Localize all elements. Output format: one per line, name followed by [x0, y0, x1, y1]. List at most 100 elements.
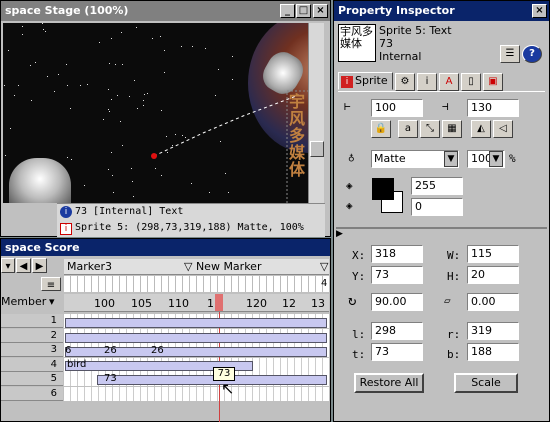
- status-sprite-text: Sprite 5: (298,73,319,188) Matte, 100%: [75, 222, 304, 233]
- minimize-button[interactable]: _: [280, 4, 295, 18]
- member-dropdown[interactable]: Member ▾: [1, 294, 63, 310]
- channel-header[interactable]: 1: [1, 314, 63, 328]
- close-button[interactable]: ×: [313, 4, 328, 18]
- channel-number: 2: [50, 329, 57, 341]
- editable-icon[interactable]: a: [398, 120, 418, 138]
- mouse-cursor-icon: ↖: [221, 379, 235, 398]
- collapse-icon[interactable]: ▶: [336, 229, 343, 239]
- moveable-icon[interactable]: ⤡: [420, 120, 440, 138]
- stage-titlebar[interactable]: space Stage (100%) _ □ ×: [1, 1, 330, 21]
- y-position-field[interactable]: 130: [467, 99, 519, 117]
- ink-dropdown-icon[interactable]: ▼: [444, 151, 458, 167]
- help-icon[interactable]: ?: [522, 45, 542, 63]
- vertical-text-sprite[interactable]: 宇风多媒体: [289, 93, 307, 178]
- motion-path[interactable]: [3, 23, 308, 203]
- channel-grid[interactable]: [64, 386, 329, 401]
- lock-icon[interactable]: 🔒: [371, 120, 391, 138]
- position-x-icon: ⊢: [344, 100, 351, 113]
- skew-icon: ▱: [444, 294, 451, 307]
- marker-channel[interactable]: Marker3 ▽ New Marker ▽: [64, 259, 329, 275]
- score-window: space Score ▾ ◀ ▶ Marker3 ▽ New Marker ▽…: [0, 238, 331, 422]
- marker-right-label: ▽ New Marker: [184, 260, 262, 273]
- channel-header[interactable]: 2: [1, 328, 63, 343]
- tab-movie-icon[interactable]: ▣: [483, 73, 503, 91]
- effects-channel[interactable]: [64, 276, 329, 292]
- marker-menu-icon[interactable]: ▾: [1, 258, 15, 273]
- w-label: W:: [447, 249, 461, 262]
- marker-dropdown-icon[interactable]: ▽: [320, 260, 328, 273]
- channel-header[interactable]: 3: [1, 343, 63, 357]
- backcolor-field[interactable]: 0: [411, 198, 463, 216]
- w-field[interactable]: 115: [467, 245, 519, 263]
- marker-nav: ▾ ◀ ▶: [1, 258, 63, 274]
- score-title: space Score: [5, 241, 80, 254]
- skew-field[interactable]: 0.00: [467, 293, 519, 311]
- tab-member-icon[interactable]: i: [417, 73, 437, 91]
- y-field[interactable]: 73: [371, 266, 423, 284]
- b-label: b:: [447, 348, 461, 361]
- tab-cast-icon[interactable]: ▯: [461, 73, 481, 91]
- blend-dropdown-icon[interactable]: ▼: [489, 151, 503, 167]
- status-member-text: 73 [Internal] Text: [75, 206, 184, 217]
- restore-all-button[interactable]: Restore All: [354, 373, 424, 393]
- channel-number: 4: [50, 358, 57, 370]
- sprite-span-2[interactable]: [65, 333, 327, 343]
- scroll-thumb[interactable]: [310, 141, 324, 157]
- sprite-span-1[interactable]: [65, 318, 327, 328]
- marker-left-label: Marker3: [67, 260, 113, 273]
- scale-button[interactable]: Scale: [454, 373, 518, 393]
- sprite-info-cast: Internal: [379, 50, 422, 63]
- playhead-marker[interactable]: [215, 294, 223, 311]
- tab-divider: [338, 91, 545, 92]
- right-field[interactable]: 319: [467, 322, 519, 340]
- ch3-label-a: 6: [65, 345, 72, 356]
- rotation-field[interactable]: 90.00: [371, 293, 423, 311]
- sprite-span-3[interactable]: 6 26 26: [65, 345, 327, 357]
- flip-v-icon[interactable]: ◁: [493, 120, 513, 138]
- x-position-field[interactable]: 100: [371, 99, 423, 117]
- prev-marker-button[interactable]: ◀: [16, 258, 31, 273]
- ruler-110: 110: [168, 297, 189, 310]
- left-field[interactable]: 298: [371, 322, 423, 340]
- inspector-close-button[interactable]: ×: [532, 4, 547, 18]
- stage-scrollbar[interactable]: [308, 23, 324, 203]
- x-field[interactable]: 318: [371, 245, 423, 263]
- top-field[interactable]: 73: [371, 343, 423, 361]
- inspector-titlebar[interactable]: Property Inspector ×: [334, 1, 549, 21]
- maximize-button[interactable]: □: [296, 4, 311, 18]
- sprite-info: Sprite 5: Text 73 Internal: [379, 24, 452, 63]
- channel-number: 3: [50, 344, 57, 355]
- bottom-field[interactable]: 188: [467, 343, 519, 361]
- channel-header[interactable]: 5: [1, 372, 63, 386]
- inspector-title: Property Inspector: [338, 4, 455, 17]
- flip-h-icon[interactable]: ◭: [471, 120, 491, 138]
- tab-sprite[interactable]: i Sprite: [338, 72, 393, 90]
- stage-canvas[interactable]: 宇风多媒体: [3, 23, 308, 203]
- channel-toggle-icon[interactable]: ≡: [41, 277, 61, 291]
- channel-header[interactable]: 6: [1, 386, 63, 401]
- sprite-tab-icon: i: [341, 76, 353, 88]
- forecolor-field[interactable]: 255: [411, 177, 463, 195]
- frame-ruler[interactable]: 100 105 110 1 120 12 13: [64, 294, 329, 312]
- stage-window: space Stage (100%) _ □ × 宇风多媒体 i 73 [Int…: [0, 0, 331, 237]
- trails-icon[interactable]: ▦: [442, 120, 462, 138]
- next-marker-button[interactable]: ▶: [32, 258, 47, 273]
- channel-header[interactable]: 4: [1, 357, 63, 372]
- channel-number: 6: [50, 387, 57, 399]
- t-label: t:: [352, 348, 366, 361]
- tab-behavior-icon[interactable]: ⚙: [395, 73, 415, 91]
- tab-text-icon[interactable]: A: [439, 73, 459, 91]
- sprite-span-5[interactable]: 73: [97, 373, 327, 385]
- ink-icon: ♁: [348, 151, 355, 164]
- member-label: Member: [1, 295, 47, 308]
- path-start-point: [151, 153, 157, 159]
- blend-unit: %: [509, 152, 516, 165]
- marker-top-right: 4: [321, 278, 328, 289]
- list-view-icon[interactable]: ☰: [500, 45, 520, 63]
- tab-sprite-label: Sprite: [355, 74, 388, 87]
- sprite-info-name: Sprite 5: Text: [379, 24, 452, 37]
- x-label: X:: [352, 249, 366, 262]
- forecolor-chip[interactable]: [372, 178, 394, 200]
- h-field[interactable]: 20: [467, 266, 519, 284]
- score-titlebar[interactable]: space Score: [1, 239, 330, 256]
